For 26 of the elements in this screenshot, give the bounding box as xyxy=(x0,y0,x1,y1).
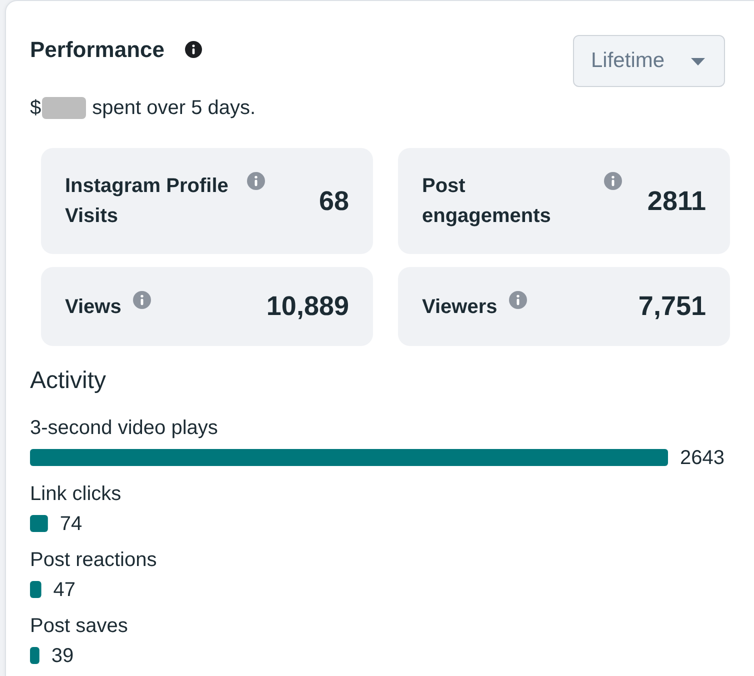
metric-value: 2811 xyxy=(646,184,706,218)
spend-note: spent over 5 days. xyxy=(92,96,256,121)
currency-symbol: $ xyxy=(30,96,42,121)
value-label: 47 xyxy=(53,579,76,601)
bar-label: Link clicks xyxy=(30,483,122,505)
metric-label: Instagram Profile Visits xyxy=(65,174,230,229)
value-label: 2643 xyxy=(680,447,724,469)
info-icon[interactable] xyxy=(184,41,202,58)
bar xyxy=(30,581,42,598)
metric-label: Post engagements xyxy=(422,174,552,229)
value-label: 74 xyxy=(60,513,82,535)
metric-value: 68 xyxy=(318,184,349,218)
section-title: Performance xyxy=(30,36,165,64)
bar-label: Post reactions xyxy=(30,549,157,571)
caret-icon xyxy=(690,56,706,66)
bar xyxy=(30,515,48,532)
bar-label: 3-second video plays xyxy=(30,417,218,439)
date-range-dropdown[interactable]: Lifetime xyxy=(573,35,725,87)
value-label: 39 xyxy=(51,645,74,667)
chart-title: Activity xyxy=(30,366,106,396)
metric-label: Views xyxy=(65,294,122,320)
metric-value: 7,751 xyxy=(637,290,706,323)
metric-value: 10,889 xyxy=(265,290,349,323)
bar-label: Post saves xyxy=(30,615,128,637)
bar xyxy=(30,647,40,664)
metric-label: Viewers xyxy=(422,294,498,320)
